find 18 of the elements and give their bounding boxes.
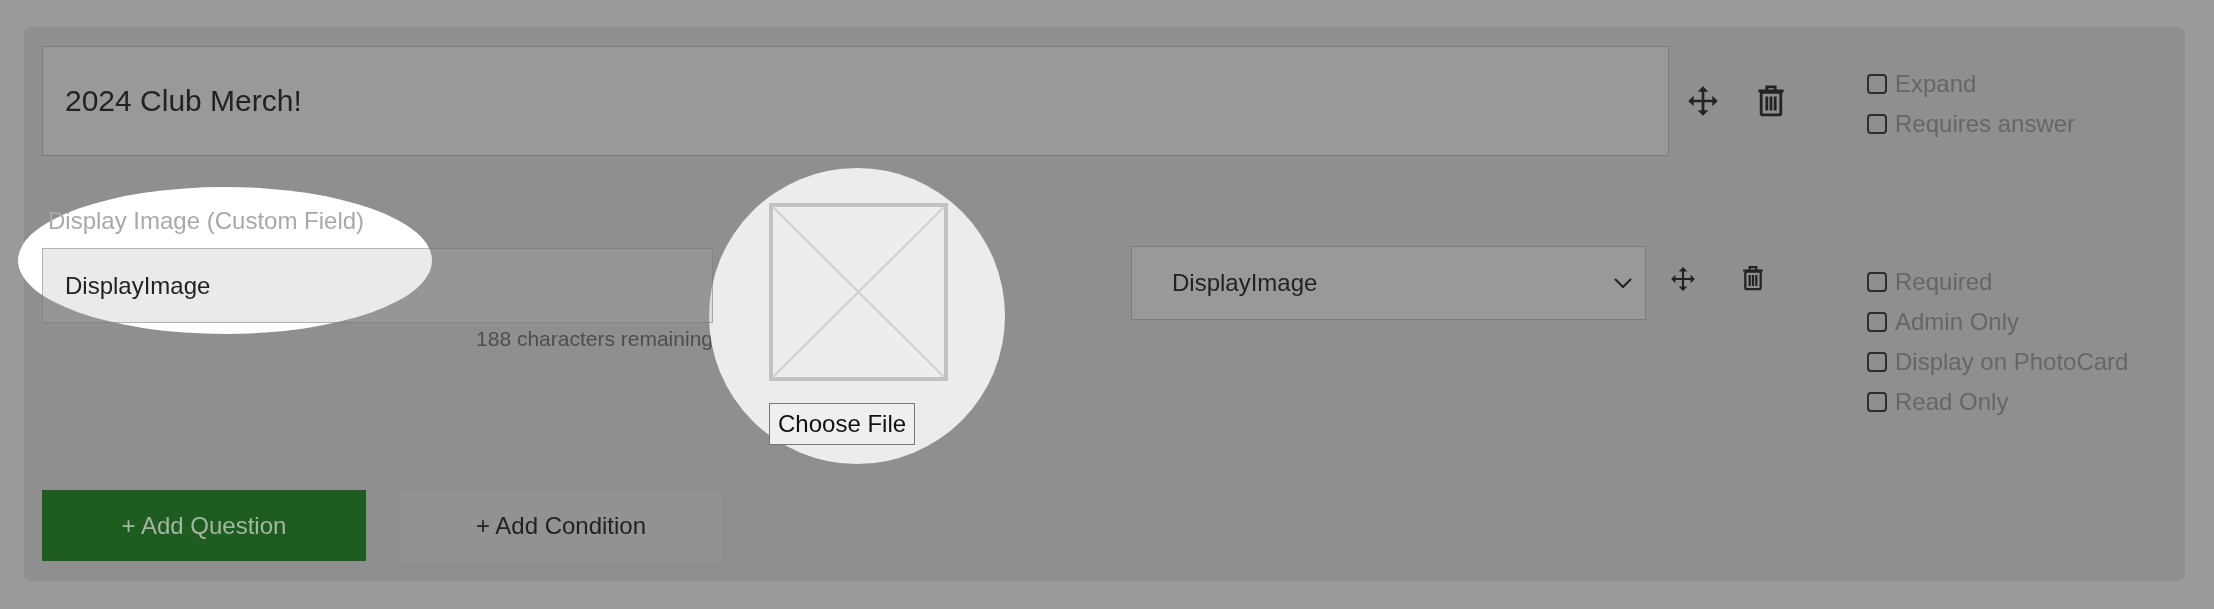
choose-file-button[interactable]: Choose File xyxy=(769,403,916,445)
field-select[interactable]: DisplayImage xyxy=(1131,246,1646,320)
trash-icon[interactable] xyxy=(1742,265,1764,293)
checkbox[interactable] xyxy=(1867,392,1887,412)
move-icon[interactable] xyxy=(1687,85,1719,117)
input-field[interactable]: DisplayImage xyxy=(42,248,713,323)
checkbox[interactable] xyxy=(1867,114,1887,134)
checkbox[interactable] xyxy=(1867,272,1887,292)
title-field[interactable]: 2024 Club Merch! xyxy=(42,46,1669,156)
character-count: 188 characters remaining xyxy=(476,327,713,351)
move-icon[interactable] xyxy=(1670,266,1696,292)
checkbox[interactable] xyxy=(1867,352,1887,372)
add-question-button[interactable]: + Add Question xyxy=(42,490,366,561)
trash-icon[interactable] xyxy=(1757,84,1785,118)
image-placeholder-icon xyxy=(769,203,948,381)
chevron-icon xyxy=(1613,277,1633,289)
checkbox[interactable] xyxy=(1867,312,1887,332)
checkbox[interactable] xyxy=(1867,74,1887,94)
